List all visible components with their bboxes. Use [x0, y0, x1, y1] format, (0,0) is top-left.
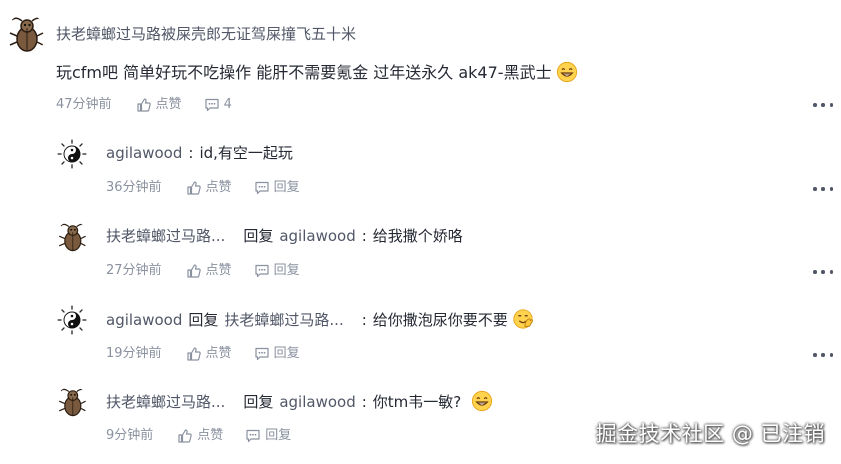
reply-avatar[interactable] [56, 221, 88, 253]
dot-icon [829, 353, 833, 357]
more-options-button[interactable] [813, 348, 833, 362]
reply-author[interactable]: 扶老蟑螂过马路... [106, 227, 225, 245]
reply-label: 回复 [265, 428, 292, 443]
comment-time: 47分钟前 [56, 97, 112, 112]
comment-content: 玩cfm吧 简单好玩不吃操作 能肝不需要氪金 过年送永久 ak47-黑武士 [56, 61, 578, 84]
like-button[interactable]: 点赞 [186, 345, 232, 363]
comment-count-button[interactable]: 4 [204, 96, 232, 114]
comment-count: 4 [223, 97, 232, 112]
reply-text: id,有空一起玩 [199, 144, 293, 162]
comment-icon [245, 428, 261, 444]
more-options-button[interactable] [813, 265, 833, 279]
dot-icon [821, 187, 825, 191]
reply-avatar[interactable] [56, 304, 88, 336]
reply-colon: : [188, 144, 194, 162]
thumbs-up-icon [177, 428, 193, 444]
comment-icon [204, 97, 220, 113]
yin-yang-avatar-icon [56, 138, 88, 170]
reply-colon: : [361, 393, 367, 411]
reply-text: 你tm韦一敏? [372, 393, 462, 411]
dot-icon [813, 187, 817, 191]
reply-colon: : [361, 227, 367, 245]
reply-line: 扶老蟑螂过马路... 回复 agilawood: 给我撒个娇咯 [106, 225, 463, 247]
reply-meta: 27分钟前 点赞 回复 [106, 262, 322, 280]
dot-icon [821, 103, 825, 107]
reply-item: agilawood 回复 扶老蟑螂过马路...: 给你撒泡尿你要不要 19分钟前 点赞… [0, 302, 841, 382]
reply-label: 回复 [273, 263, 300, 278]
like-label: 点赞 [205, 346, 232, 361]
reply-author[interactable]: agilawood [106, 144, 182, 162]
reply-time: 36分钟前 [106, 180, 162, 195]
thumbs-up-icon [186, 263, 202, 279]
reply-time: 27分钟前 [106, 263, 162, 278]
reply-author[interactable]: agilawood [106, 311, 182, 329]
like-label: 点赞 [197, 428, 224, 443]
reply-label: 回复 [273, 346, 300, 361]
reply-time: 19分钟前 [106, 346, 162, 361]
reply-word: 回复 [188, 311, 219, 329]
author-avatar[interactable] [6, 14, 46, 54]
watermark: 掘金技术社区 @ 已注销 [595, 422, 825, 446]
reply-avatar[interactable] [56, 138, 88, 170]
like-button[interactable]: 点赞 [177, 427, 223, 445]
like-button[interactable]: 点赞 [136, 96, 182, 114]
comment-icon [254, 180, 270, 196]
grin-emoji-icon [556, 61, 578, 83]
reply-author[interactable]: 扶老蟑螂过马路... [106, 393, 225, 411]
comment-text: 玩cfm吧 简单好玩不吃操作 能肝不需要氪金 过年送永久 ak47-黑武士 [56, 63, 552, 82]
reply-button[interactable]: 回复 [245, 427, 291, 445]
reply-target[interactable]: agilawood [279, 227, 355, 245]
reply-item: agilawood: id,有空一起玩 36分钟前 点赞 回复 [0, 136, 841, 216]
like-button[interactable]: 点赞 [186, 179, 232, 197]
dot-icon [821, 270, 825, 274]
grin-emoji-icon [471, 390, 493, 412]
more-options-button[interactable] [813, 98, 833, 112]
thumbs-up-icon [186, 346, 202, 362]
dot-icon [813, 270, 817, 274]
bug-avatar-icon [6, 14, 46, 54]
bug-avatar-icon [56, 221, 88, 253]
bug-avatar-icon [56, 386, 88, 418]
reply-item: 扶老蟑螂过马路... 回复 agilawood: 给我撒个娇咯 27分钟前 点赞 回复 [0, 219, 841, 299]
thumbs-up-icon [136, 97, 152, 113]
reply-avatar[interactable] [56, 386, 88, 418]
dot-icon [813, 353, 817, 357]
reply-word: 回复 [243, 393, 274, 411]
comment-meta: 47分钟前 点赞 4 [56, 96, 254, 114]
dot-icon [829, 187, 833, 191]
reply-word: 回复 [243, 227, 274, 245]
reply-meta: 9分钟前 点赞 回复 [106, 427, 313, 445]
reply-meta: 19分钟前 点赞 回复 [106, 345, 322, 363]
reply-button[interactable]: 回复 [254, 179, 300, 197]
reply-text: 给你撒泡尿你要不要 [372, 311, 508, 329]
like-button[interactable]: 点赞 [186, 262, 232, 280]
more-options-button[interactable] [813, 182, 833, 196]
reply-label: 回复 [273, 180, 300, 195]
reply-line: agilawood: id,有空一起玩 [106, 142, 293, 164]
reply-target[interactable]: agilawood [279, 393, 355, 411]
reply-button[interactable]: 回复 [254, 262, 300, 280]
waving-hand-emoji-icon [512, 308, 534, 330]
dot-icon [813, 103, 817, 107]
reply-meta: 36分钟前 点赞 回复 [106, 179, 322, 197]
author-name[interactable]: 扶老蟑螂过马路被屎壳郎无证驾屎撞飞五十米 [56, 24, 356, 44]
yin-yang-avatar-icon [56, 304, 88, 336]
like-label: 点赞 [155, 97, 182, 112]
like-label: 点赞 [205, 180, 232, 195]
reply-target[interactable]: 扶老蟑螂过马路... [224, 311, 343, 329]
reply-text: 给我撒个娇咯 [372, 227, 463, 245]
reply-line: agilawood 回复 扶老蟑螂过马路...: 给你撒泡尿你要不要 [106, 308, 534, 331]
dot-icon [829, 103, 833, 107]
reply-colon: : [361, 311, 367, 329]
comment-icon [254, 263, 270, 279]
reply-time: 9分钟前 [106, 428, 154, 443]
reply-button[interactable]: 回复 [254, 345, 300, 363]
thumbs-up-icon [186, 180, 202, 196]
dot-icon [829, 270, 833, 274]
dot-icon [821, 353, 825, 357]
reply-line: 扶老蟑螂过马路... 回复 agilawood: 你tm韦一敏? [106, 390, 493, 413]
comment-icon [254, 346, 270, 362]
like-label: 点赞 [205, 263, 232, 278]
